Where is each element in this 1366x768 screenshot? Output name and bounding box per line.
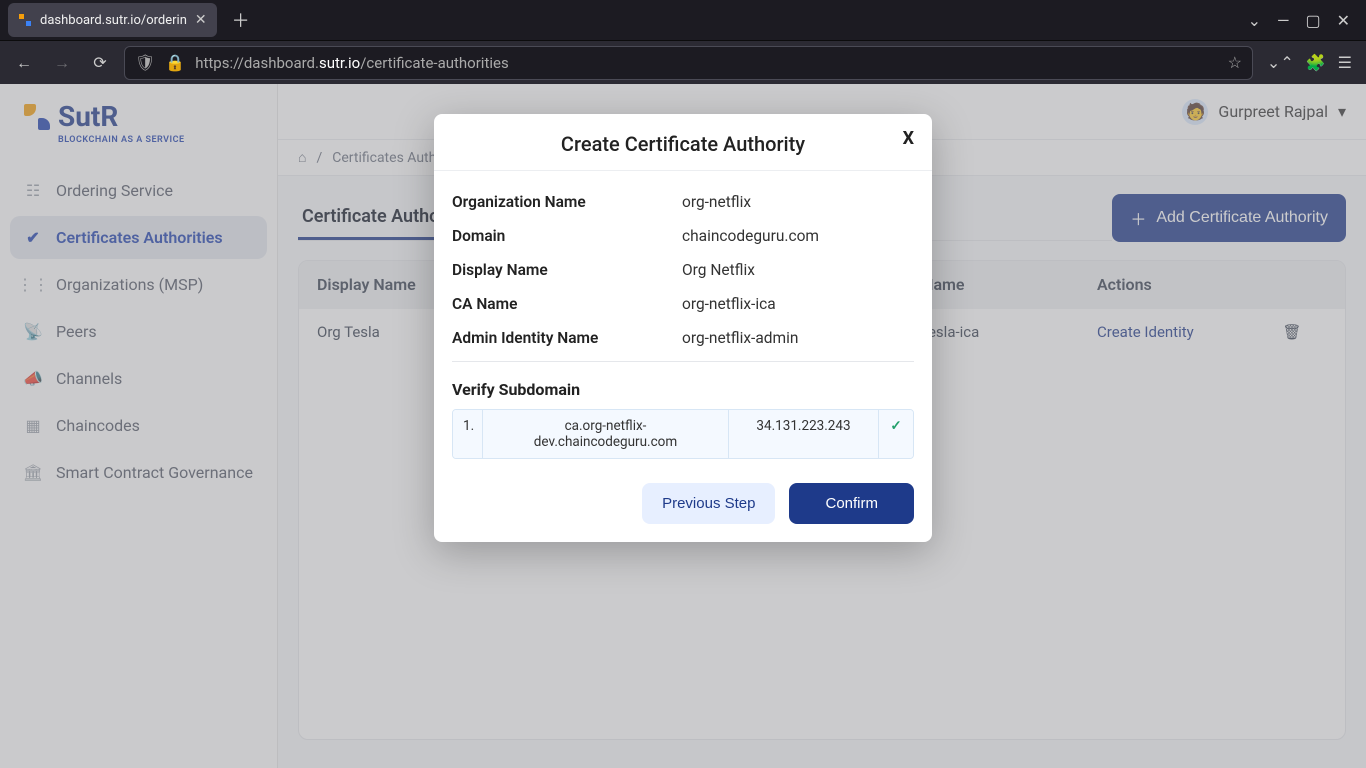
window-maximize-icon[interactable]: ▢ <box>1305 11 1320 30</box>
verify-row: 1. ca.org-netflix-dev.chaincodeguru.com … <box>453 410 913 458</box>
browser-toolbar: ← → ⟳ 🛡 🔒 https://dashboard.sutr.io/cert… <box>0 40 1366 84</box>
modal-title: Create Certificate Authority <box>561 132 805 156</box>
field-label: Domain <box>452 227 682 245</box>
nav-reload-icon[interactable]: ⟳ <box>86 49 114 77</box>
browser-titlebar: dashboard.sutr.io/orderin ✕ ＋ ⌄ ― ▢ ✕ <box>0 0 1366 40</box>
extensions-icon[interactable]: 🧩 <box>1306 53 1326 72</box>
field-value: org-netflix-admin <box>682 329 914 347</box>
field-ca-name: CA Name org-netflix-ica <box>452 287 914 321</box>
pocket-icon[interactable]: ⌄⌃ <box>1267 53 1294 72</box>
field-value: Org Netflix <box>682 261 914 279</box>
browser-tab[interactable]: dashboard.sutr.io/orderin ✕ <box>8 3 217 37</box>
verify-status-check-icon: ✓ <box>879 410 913 458</box>
new-tab-button[interactable]: ＋ <box>225 7 257 33</box>
url-text: https://dashboard.sutr.io/certificate-au… <box>195 54 1217 72</box>
field-value: chaincodeguru.com <box>682 227 914 245</box>
field-display-name: Display Name Org Netflix <box>452 253 914 287</box>
app-root: SutR BLOCKCHAIN AS A SERVICE ☷ Ordering … <box>0 84 1366 768</box>
confirm-button[interactable]: Confirm <box>789 483 914 524</box>
verify-index: 1. <box>453 410 483 458</box>
field-label: Display Name <box>452 261 682 279</box>
shield-icon[interactable]: 🛡 <box>135 53 155 72</box>
window-minimize-icon[interactable]: ― <box>1277 11 1290 30</box>
tab-title: dashboard.sutr.io/orderin <box>40 13 187 28</box>
window-chevron-icon[interactable]: ⌄ <box>1248 11 1261 30</box>
field-value: org-netflix <box>682 193 914 211</box>
tab-favicon <box>18 13 32 27</box>
lock-icon[interactable]: 🔒 <box>165 53 185 72</box>
field-label: Organization Name <box>452 193 682 211</box>
bookmark-star-icon[interactable]: ☆ <box>1228 53 1242 72</box>
modal-header: Create Certificate Authority X <box>434 114 932 171</box>
field-domain: Domain chaincodeguru.com <box>452 219 914 253</box>
modal-close-button[interactable]: X <box>903 128 914 149</box>
field-admin-identity: Admin Identity Name org-netflix-admin <box>452 321 914 355</box>
modal-actions: Previous Step Confirm <box>452 483 914 524</box>
url-bar[interactable]: 🛡 🔒 https://dashboard.sutr.io/certificat… <box>124 46 1253 80</box>
field-value: org-netflix-ica <box>682 295 914 313</box>
url-host: sutr.io <box>319 54 360 72</box>
url-prefix: https://dashboard. <box>195 54 319 72</box>
window-close-icon[interactable]: ✕ <box>1337 11 1350 30</box>
field-organization-name: Organization Name org-netflix <box>452 185 914 219</box>
nav-forward-icon[interactable]: → <box>48 49 76 77</box>
nav-back-icon[interactable]: ← <box>10 49 38 77</box>
tab-close-icon[interactable]: ✕ <box>195 12 207 28</box>
verify-ip: 34.131.223.243 <box>729 410 879 458</box>
url-suffix: /certificate-authorities <box>360 54 508 72</box>
verify-subdomain-table: 1. ca.org-netflix-dev.chaincodeguru.com … <box>452 409 914 459</box>
modal-overlay[interactable]: Create Certificate Authority X Organizat… <box>0 84 1366 768</box>
verify-subdomain: ca.org-netflix-dev.chaincodeguru.com <box>483 410 729 458</box>
create-ca-modal: Create Certificate Authority X Organizat… <box>434 114 932 542</box>
verify-subdomain-title: Verify Subdomain <box>452 380 914 399</box>
previous-step-button[interactable]: Previous Step <box>642 483 775 524</box>
hamburger-menu-icon[interactable]: ☰ <box>1338 53 1352 72</box>
field-label: Admin Identity Name <box>452 329 682 347</box>
toolbar-icons: ⌄⌃ 🧩 ☰ <box>1263 53 1356 72</box>
window-controls: ⌄ ― ▢ ✕ <box>1248 11 1358 30</box>
modal-body: Organization Name org-netflix Domain cha… <box>434 171 932 542</box>
field-label: CA Name <box>452 295 682 313</box>
